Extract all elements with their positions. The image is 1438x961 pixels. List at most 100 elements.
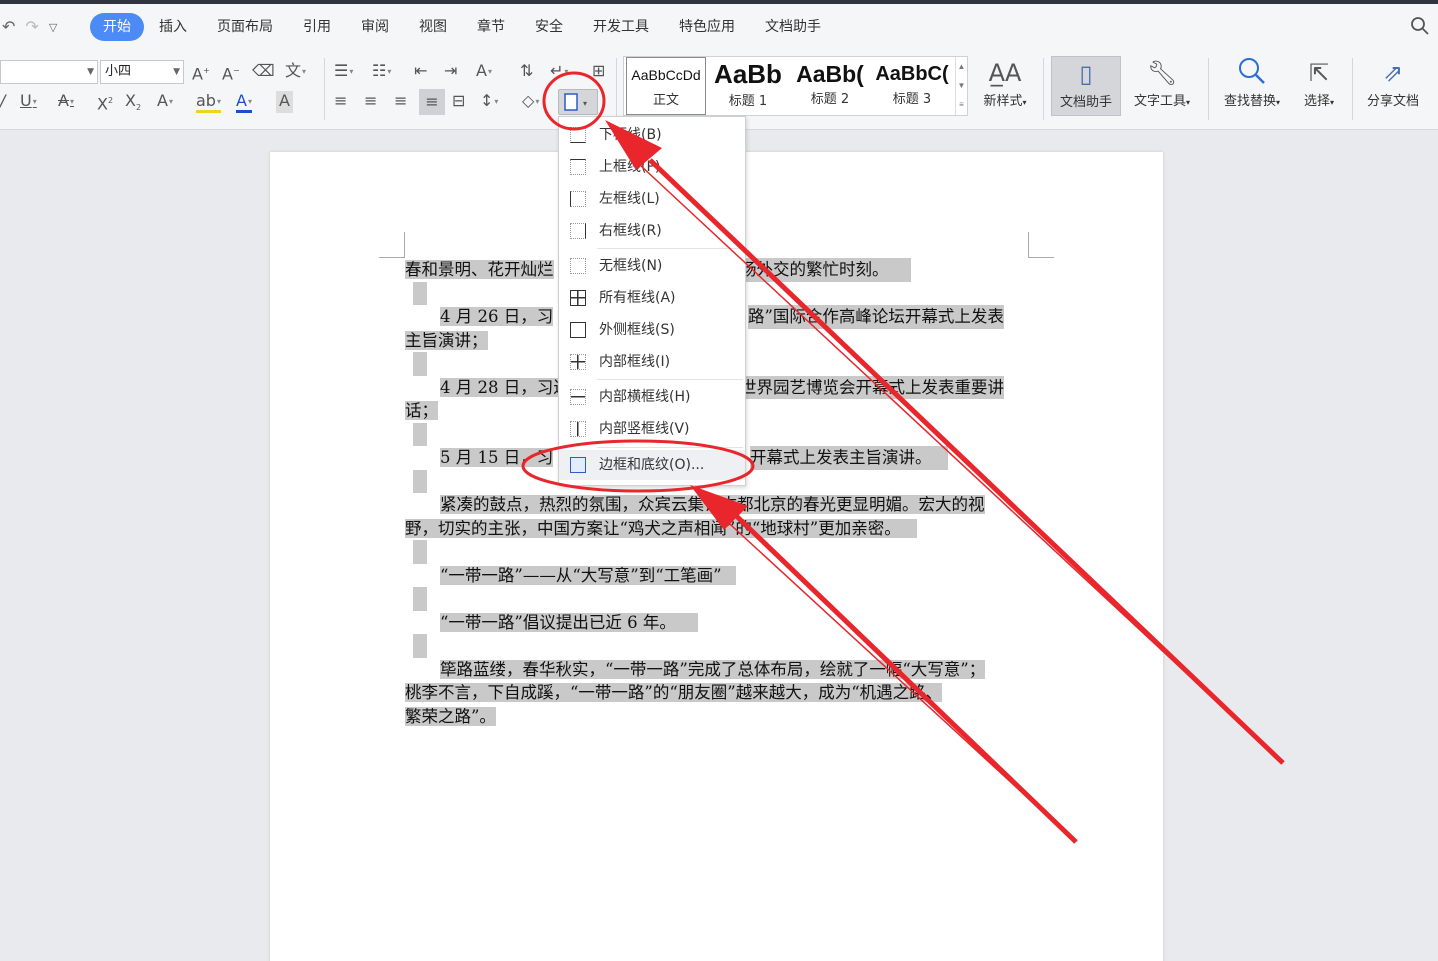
text-line: 野，切实的主张，中国方案让“鸡犬之声相闻”的“地球村”更加亲密。 [405,518,901,538]
tab-4[interactable]: 审阅 [346,13,404,41]
chevron-down-icon[interactable]: ▽ [49,21,57,34]
ribbon-separator [1208,58,1209,120]
ribbon-tabs: 开始 插入 页面布局 引用 审阅 视图 章节 安全 开发工具 特色应用 文档助手 [90,13,836,41]
align-left-icon[interactable]: ≡ [334,91,347,113]
style-heading-3[interactable]: AaBbC( 标题 3 [872,57,952,115]
doc-assistant-button[interactable]: ▯ 文档助手 [1051,56,1121,116]
text-effect-icon[interactable]: A▾ [157,91,173,113]
tab-2[interactable]: 页面布局 [202,13,288,41]
blank-line [405,540,1030,564]
menu-item-inside-horizontal[interactable]: 内部横框线(H) [559,382,745,412]
menu-item-label: 内部横框线(H) [599,389,691,405]
menu-item-inside-borders[interactable]: 内部框线(I) [559,347,745,377]
increase-indent-icon[interactable]: ⇥ [444,61,457,83]
text-line: 主旨演讲； [405,330,488,350]
paragraph: “一带一路”倡议提出已近 6 年。 [405,611,1030,635]
menu-item-bottom-border[interactable]: 下框线(B) [559,120,745,150]
tab-6[interactable]: 章节 [462,13,520,41]
style-heading-1[interactable]: AaBb 标题 1 [708,57,788,115]
text-line: 4 月 28 日，习近 [440,377,570,397]
font-size-select[interactable]: 小四 ▼ [100,60,184,84]
shading-fill-icon[interactable]: ◇▾ [522,91,539,113]
tab-1[interactable]: 插入 [144,13,202,41]
highlight-icon[interactable]: ab▾ [196,91,221,113]
distributed-align-icon[interactable]: ⊟ [452,91,465,113]
tab-7[interactable]: 安全 [520,13,578,41]
grow-font-icon[interactable]: A+ [192,61,210,83]
menu-item-top-border[interactable]: 上框线(P) [559,152,745,182]
new-style-label: 新样式 [983,94,1023,109]
gallery-scroll[interactable]: ▲ ▼ ≡ [955,57,967,115]
paragraph: 桃李不言，下自成蹊，“一带一路”的“朋友圈”越来越大，成为“机遇之路、 [405,681,1030,705]
font-color-icon[interactable]: A▾ [236,91,252,113]
ribbon-separator [1043,58,1044,120]
numbered-list-icon[interactable]: ☷▾ [372,61,391,83]
text-line: 繁荣之路”。 [405,706,496,726]
style-heading-2[interactable]: AaBb( 标题 2 [790,57,870,115]
align-center-icon[interactable]: ≡ [364,91,377,113]
menu-item-right-border[interactable]: 右框线(R) [559,216,745,246]
font-name-select[interactable]: ▼ [0,60,98,84]
quick-access-toolbar: ↶ ↷ ▽ [0,17,90,37]
menu-item-inside-vertical[interactable]: 内部竖框线(V) [559,414,745,444]
style-sample: AaBb( [796,61,864,87]
style-name: 标题 3 [892,92,932,107]
chinese-layout-icon[interactable]: A▾ [476,61,492,83]
menu-item-outside-borders[interactable]: 外侧框线(S) [559,315,745,345]
style-name: 正文 [652,93,679,108]
justify-icon[interactable]: ≡ [419,89,445,115]
superscript-icon[interactable]: X2 [97,91,113,113]
underline-icon[interactable]: U▾ [20,91,37,113]
line-spacing-icon[interactable]: ↕▾ [480,91,498,113]
text-line: 紧凑的鼓点，热烈的氛围，众宾云集让古都北京的春光更显明媚。宏大的视 [440,495,985,514]
shrink-font-icon[interactable]: A− [222,61,240,83]
phonetic-guide-icon[interactable]: 文▾ [285,61,306,83]
menu-item-left-border[interactable]: 左框线(L) [559,184,745,214]
bullet-list-icon[interactable]: ☰▾ [334,61,353,83]
paragraph: “一带一路”——从“大写意”到“工笔画” [405,564,1030,588]
share-doc-button[interactable]: ⇗ 分享文档 [1358,56,1428,116]
all-borders-icon [570,290,586,306]
redo-icon[interactable]: ↷ [25,17,38,37]
menu-separator [597,379,743,380]
tab-5[interactable]: 视图 [404,13,462,41]
undo-icon[interactable]: ↶ [2,17,15,37]
margin-corner-mark [379,232,405,258]
strikethrough-icon[interactable]: A▾ [58,91,74,113]
menu-item-label: 无框线(N) [599,258,663,274]
style-normal[interactable]: AaBbCcDd 正文 [626,57,706,115]
text-line: 世界园艺博览会开幕式上发表重要讲 [740,375,1004,399]
char-shading-icon[interactable]: A [276,91,293,113]
new-style-button[interactable]: A̲A 新样式▾ [975,56,1035,116]
align-right-icon[interactable]: ≡ [394,91,407,113]
decrease-indent-icon[interactable]: ⇤ [414,61,427,83]
styles-gallery: AaBbCcDd 正文 AaBb 标题 1 AaBb( 标题 2 AaBbC( … [623,56,968,116]
text-line: 话； [405,401,438,420]
show-marks-icon[interactable]: ↵▾ [550,61,568,83]
menu-item-all-borders[interactable]: 所有框线(A) [559,283,745,313]
sort-icon[interactable]: ⇅ [520,61,533,83]
menu-item-label: 边框和底纹(O)... [599,457,705,473]
clear-format-icon[interactable]: ⌫ [252,61,275,83]
tab-8[interactable]: 开发工具 [578,13,664,41]
select-button[interactable]: ⇱ 选择▾ [1294,56,1344,116]
ribbon-separator [1352,58,1353,120]
text-tools-button[interactable]: 🔧︎ 文字工具▾ [1124,56,1200,116]
tab-10[interactable]: 文档助手 [750,13,836,41]
outside-borders-icon [570,322,586,338]
tab-3[interactable]: 引用 [288,13,346,41]
no-border-icon [570,258,586,274]
find-replace-button[interactable]: 查找替换▾ [1214,56,1290,116]
menu-item-label: 内部竖框线(V) [599,421,690,437]
text-tools-label: 文字工具 [1133,94,1186,109]
menu-item-no-border[interactable]: 无框线(N) [559,251,745,281]
tab-9[interactable]: 特色应用 [664,13,750,41]
menu-item-borders-and-shading[interactable]: 边框和底纹(O)... [559,450,745,480]
italic-icon[interactable]: / [0,91,5,113]
border-button[interactable]: ▾ [558,89,598,115]
text-line: “一带一路”——从“大写意”到“工笔画” [440,565,736,585]
subscript-icon[interactable]: X2 [125,91,141,113]
tab-0[interactable]: 开始 [90,13,144,41]
table-icon[interactable]: ⊞ [592,61,605,83]
search-icon[interactable] [1410,16,1430,41]
